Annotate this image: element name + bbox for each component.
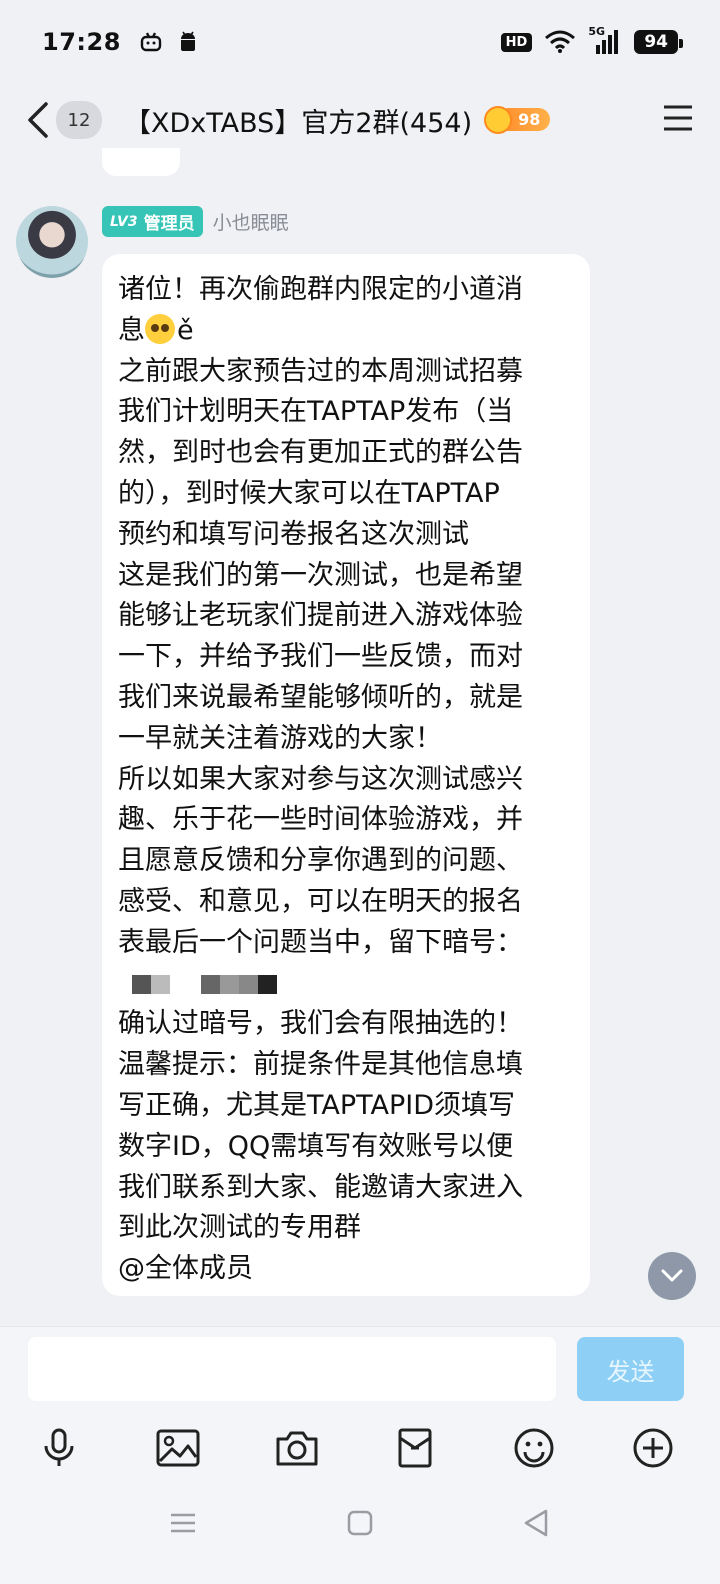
- gallery-button[interactable]: [153, 1423, 203, 1473]
- emoji-button[interactable]: [509, 1423, 559, 1473]
- system-back-button[interactable]: [516, 1503, 556, 1543]
- redacted-mosaic: [132, 974, 170, 994]
- plus-icon: [633, 1428, 673, 1468]
- sender-info: LV3 管理员 小也眠眠: [102, 206, 289, 237]
- status-bar: 17:28 HD 5G 94: [0, 0, 720, 84]
- role-label: 管理员: [143, 214, 195, 234]
- composer: 发送: [0, 1326, 720, 1584]
- red-packet-button[interactable]: [390, 1423, 440, 1473]
- chevron-left-icon: [28, 102, 48, 138]
- message-input[interactable]: [28, 1337, 556, 1401]
- message-line: 一下，并给予我们一些反馈，而对: [118, 641, 523, 673]
- voice-button[interactable]: [34, 1423, 84, 1473]
- camera-button[interactable]: [272, 1423, 322, 1473]
- emoji-icon: [514, 1428, 554, 1468]
- scroll-to-bottom-button[interactable]: [648, 1252, 696, 1300]
- message-line: 我们来说最希望能够倾听的，就是: [118, 681, 523, 713]
- level-label: LV3: [110, 213, 138, 230]
- message-line: 感受、和意见，可以在明天的报名: [118, 885, 523, 917]
- message-line: 且愿意反馈和分享你遇到的问题、: [118, 845, 523, 877]
- message-line: 数字ID，QQ需填写有效账号以便: [118, 1130, 514, 1162]
- message-line: 能够让老玩家们提前进入游戏体验: [118, 600, 523, 632]
- hd-badge: HD: [500, 32, 533, 52]
- menu-button[interactable]: [662, 104, 694, 136]
- message-line: 息ě: [118, 313, 194, 346]
- red-packet-icon: [398, 1428, 432, 1468]
- avatar[interactable]: [16, 206, 88, 278]
- message-line: 我们计划明天在TAPTAP发布（当: [118, 396, 514, 428]
- unread-count-badge: 12: [56, 101, 102, 139]
- message-line: 所以如果大家对参与这次测试感兴: [118, 763, 523, 795]
- hamburger-icon: [664, 105, 692, 131]
- image-icon: [156, 1429, 200, 1467]
- message-line: 到此次测试的专用群: [118, 1212, 361, 1244]
- home-icon: [347, 1510, 373, 1536]
- back-icon: [524, 1509, 548, 1537]
- send-button[interactable]: 发送: [577, 1337, 684, 1401]
- back-button[interactable]: 12: [26, 101, 102, 139]
- chat-header: 12 【XDxTABS】官方2群(454) 98: [0, 84, 720, 156]
- message-line: 确认过暗号，我们会有限抽选的！: [118, 1008, 523, 1040]
- message-bubble[interactable]: 诸位！再次偷跑群内限定的小道消 息ě 之前跟大家预告过的本周测试招募 我们计划明…: [102, 254, 590, 1296]
- chevron-down-icon: [661, 1269, 683, 1282]
- message-line: 这是我们的第一次测试，也是希望: [118, 559, 523, 591]
- bilibili-icon: [140, 32, 162, 52]
- previous-message-bubble: [102, 148, 180, 176]
- message-line: 之前跟大家预告过的本周测试招募: [118, 355, 523, 387]
- message-line: 写正确，尤其是TAPTAPID须填写: [118, 1089, 516, 1121]
- message-line: 一早就关注着游戏的大家！: [118, 722, 442, 754]
- fire-emoji-icon: [484, 106, 513, 134]
- mention-all[interactable]: @全体成员: [118, 1249, 574, 1290]
- pleading-emoji-icon: [145, 313, 175, 344]
- message-line: 然，到时也会有更加正式的群公告: [118, 437, 523, 469]
- signal-icon: 5G: [588, 25, 622, 55]
- wifi-icon: [545, 30, 576, 53]
- status-time: 17:28: [42, 28, 121, 56]
- system-navigation-bar: [0, 1503, 720, 1549]
- message-line: 诸位！再次偷跑群内限定的小道消: [118, 274, 523, 305]
- sender-name[interactable]: 小也眠眠: [213, 208, 289, 235]
- battery-indicator: 94: [634, 30, 683, 54]
- group-title[interactable]: 【XDxTABS】官方2群(454): [124, 101, 472, 140]
- more-button[interactable]: [628, 1423, 678, 1473]
- composer-toolbar: [0, 1423, 720, 1483]
- camera-icon: [276, 1431, 318, 1466]
- redacted-code-line: [118, 964, 574, 1005]
- microphone-icon: [44, 1428, 74, 1466]
- message-line: 的），到时候大家可以在TAPTAP: [118, 477, 500, 509]
- message-line: 我们联系到大家、能邀请大家进入: [118, 1171, 523, 1203]
- recents-button[interactable]: [163, 1503, 203, 1543]
- group-fire-badge[interactable]: 98: [484, 102, 552, 138]
- redacted-mosaic: [200, 974, 277, 994]
- message-line: 表最后一个问题当中，留下暗号：: [118, 926, 523, 958]
- home-button[interactable]: [340, 1503, 380, 1543]
- message-line: 温馨提示：前提条件是其他信息填: [118, 1049, 523, 1081]
- message-line: 趣、乐于花一些时间体验游戏，并: [118, 804, 523, 836]
- android-icon: [180, 31, 195, 51]
- message-line: 预约和填写问卷报名这次测试: [118, 518, 469, 550]
- menu-icon: [171, 1513, 195, 1533]
- role-badge: LV3 管理员: [102, 206, 203, 237]
